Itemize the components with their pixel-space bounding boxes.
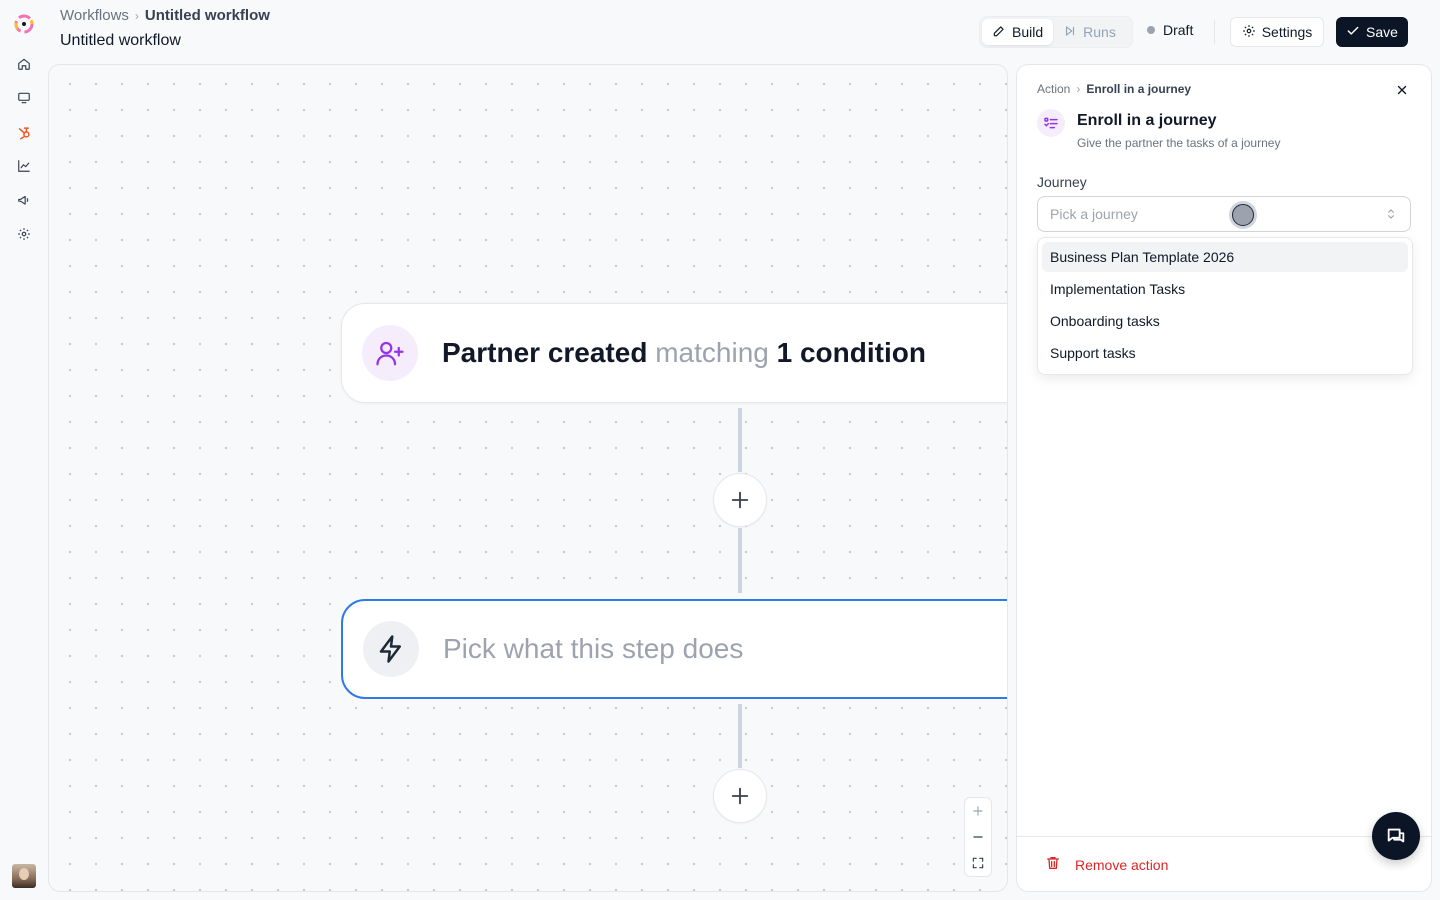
fit-view-button[interactable] — [965, 850, 991, 876]
breadcrumb-current: Untitled workflow — [144, 7, 270, 24]
tab-build[interactable]: Build — [982, 19, 1054, 45]
journey-select-placeholder: Pick a journey — [1050, 206, 1138, 222]
chevron-up-down-icon — [1384, 207, 1398, 224]
avatar[interactable] — [12, 864, 36, 888]
chevron-right-icon: › — [1076, 82, 1081, 96]
journey-field-label: Journey — [1037, 174, 1087, 190]
skip-forward-icon — [1063, 24, 1077, 41]
chevron-right-icon: › — [134, 8, 139, 23]
gear-icon[interactable] — [14, 224, 34, 244]
status-label: Draft — [1163, 22, 1194, 38]
journey-option[interactable]: Implementation Tasks — [1042, 274, 1408, 304]
trigger-node[interactable]: Partner created matching 1 condition — [341, 303, 1007, 403]
plus-icon — [973, 806, 983, 816]
edge-connector — [738, 408, 742, 472]
close-icon — [1397, 85, 1407, 95]
breadcrumb: Workflows › Untitled workflow — [60, 7, 270, 24]
settings-button-label: Settings — [1261, 24, 1313, 40]
panel-footer-divider — [1017, 836, 1431, 837]
monitor-icon[interactable] — [14, 88, 34, 108]
page-title[interactable]: Untitled workflow — [60, 32, 181, 50]
panel-breadcrumb: Action › Enroll in a journey — [1037, 82, 1191, 96]
settings-button[interactable]: Settings — [1230, 17, 1324, 47]
trigger-connector: matching — [655, 337, 769, 368]
gear-icon — [1242, 24, 1256, 41]
chart-icon[interactable] — [14, 156, 34, 176]
checklist-icon — [1037, 109, 1065, 137]
divider — [1214, 20, 1215, 44]
hubspot-icon[interactable] — [14, 122, 34, 142]
journey-option[interactable]: Business Plan Template 2026 — [1042, 242, 1408, 272]
journey-select[interactable]: Pick a journey — [1037, 196, 1411, 232]
zoom-out-button[interactable] — [965, 824, 991, 850]
edge-connector — [738, 528, 742, 593]
zoom-in-button[interactable] — [965, 798, 991, 824]
panel-breadcrumb-current: Enroll in a journey — [1086, 82, 1192, 96]
action-config-panel: Action › Enroll in a journey Enroll in a… — [1016, 64, 1432, 892]
minus-icon — [973, 836, 983, 838]
add-step-button[interactable] — [713, 473, 767, 527]
workflow-canvas[interactable]: Partner created matching 1 condition Pic… — [48, 64, 1008, 892]
panel-subtitle: Give the partner the tasks of a journey — [1077, 136, 1281, 150]
megaphone-icon[interactable] — [14, 190, 34, 210]
action-placeholder: Pick what this step does — [443, 633, 744, 664]
fullscreen-icon — [972, 857, 984, 869]
add-step-button[interactable] — [713, 769, 767, 823]
user-plus-icon — [362, 325, 418, 381]
cursor-indicator — [1229, 201, 1257, 229]
lightning-icon — [363, 621, 419, 677]
close-panel-button[interactable] — [1393, 81, 1411, 99]
action-node[interactable]: Pick what this step does — [341, 599, 1007, 699]
edge-connector — [738, 704, 742, 768]
trash-icon — [1045, 855, 1061, 874]
trigger-text: Partner created matching 1 condition — [442, 337, 926, 369]
zoom-controls — [964, 797, 992, 877]
plus-icon — [731, 491, 749, 509]
tab-build-label: Build — [1012, 24, 1044, 40]
journey-options-menu: Business Plan Template 2026 Implementati… — [1037, 237, 1413, 375]
journey-option[interactable]: Support tasks — [1042, 338, 1408, 368]
chat-support-button[interactable] — [1372, 812, 1420, 860]
check-icon — [1346, 24, 1360, 41]
breadcrumb-workflows-link[interactable]: Workflows — [60, 7, 129, 24]
status-badge: Draft — [1147, 22, 1193, 38]
journey-option[interactable]: Onboarding tasks — [1042, 306, 1408, 336]
app-logo-icon[interactable] — [12, 12, 36, 36]
panel-title: Enroll in a journey — [1077, 112, 1217, 129]
trigger-event: Partner created — [442, 337, 648, 368]
status-dot-icon — [1147, 26, 1155, 34]
save-button-label: Save — [1366, 24, 1398, 40]
save-button[interactable]: Save — [1336, 17, 1408, 47]
tab-runs[interactable]: Runs — [1053, 19, 1126, 45]
tab-runs-label: Runs — [1083, 24, 1116, 40]
remove-action-label: Remove action — [1075, 856, 1169, 873]
pencil-icon — [992, 24, 1006, 41]
trigger-conditions: 1 condition — [776, 337, 926, 368]
home-icon[interactable] — [14, 54, 34, 74]
remove-action-button[interactable]: Remove action — [1045, 855, 1168, 874]
panel-breadcrumb-root[interactable]: Action — [1037, 82, 1070, 96]
left-rail — [0, 0, 48, 900]
plus-icon — [731, 787, 749, 805]
chat-icon — [1387, 828, 1405, 843]
view-switcher: Build Runs — [979, 16, 1133, 48]
